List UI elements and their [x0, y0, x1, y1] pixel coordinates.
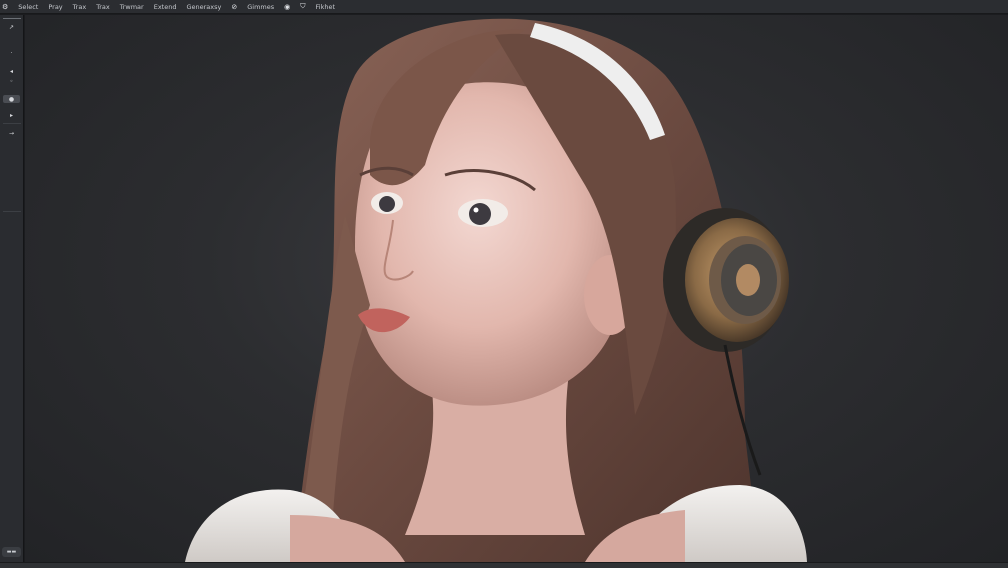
menu-item-generaxsy[interactable]: Generaxsy	[186, 3, 221, 11]
status-bar	[0, 562, 1008, 568]
lasso-tool-icon[interactable]: ↗	[3, 23, 20, 31]
menu-item-pray[interactable]: Pray	[48, 3, 62, 11]
menu-bar: ⚙ Select Pray Trax Trax Trwmar Extend Ge…	[0, 0, 1008, 14]
panel-header-divider	[3, 18, 21, 19]
menu-item-trax-2[interactable]: Trax	[96, 3, 110, 11]
menu-item-select[interactable]: Select	[18, 3, 38, 11]
move-tool-icon[interactable]: ▸	[3, 111, 20, 119]
tool-divider	[3, 123, 21, 124]
portrait-image	[185, 18, 807, 562]
shield-icon[interactable]: ⛉	[300, 2, 305, 11]
dot-tool-icon[interactable]: ◂	[3, 67, 20, 75]
eye-icon[interactable]: ◉	[284, 3, 290, 11]
eye-tool-icon[interactable]: ◦	[3, 77, 20, 85]
zoom-control[interactable]: ▬▬	[2, 547, 21, 557]
image-canvas[interactable]	[25, 15, 1008, 562]
tool-panel: ↗ · ◂ ◦ ● ▸ → ▬▬	[0, 15, 24, 567]
menu-item-extend[interactable]: Extend	[154, 3, 177, 11]
brush-tool-icon[interactable]: ·	[3, 49, 20, 57]
menu-item-trwmar[interactable]: Trwmar	[120, 3, 144, 11]
menu-item-trax[interactable]: Trax	[73, 3, 87, 11]
menu-item-gimmes[interactable]: Gimmes	[247, 3, 274, 11]
link-icon[interactable]: ⊘	[231, 3, 237, 11]
app-icon[interactable]: ⚙	[2, 3, 8, 11]
menu-item-fikhet[interactable]: Fikhet	[316, 3, 336, 11]
tool-divider-2	[3, 211, 21, 212]
arrow-tool-icon[interactable]: →	[3, 129, 20, 137]
selected-tool-icon[interactable]: ●	[3, 95, 20, 103]
